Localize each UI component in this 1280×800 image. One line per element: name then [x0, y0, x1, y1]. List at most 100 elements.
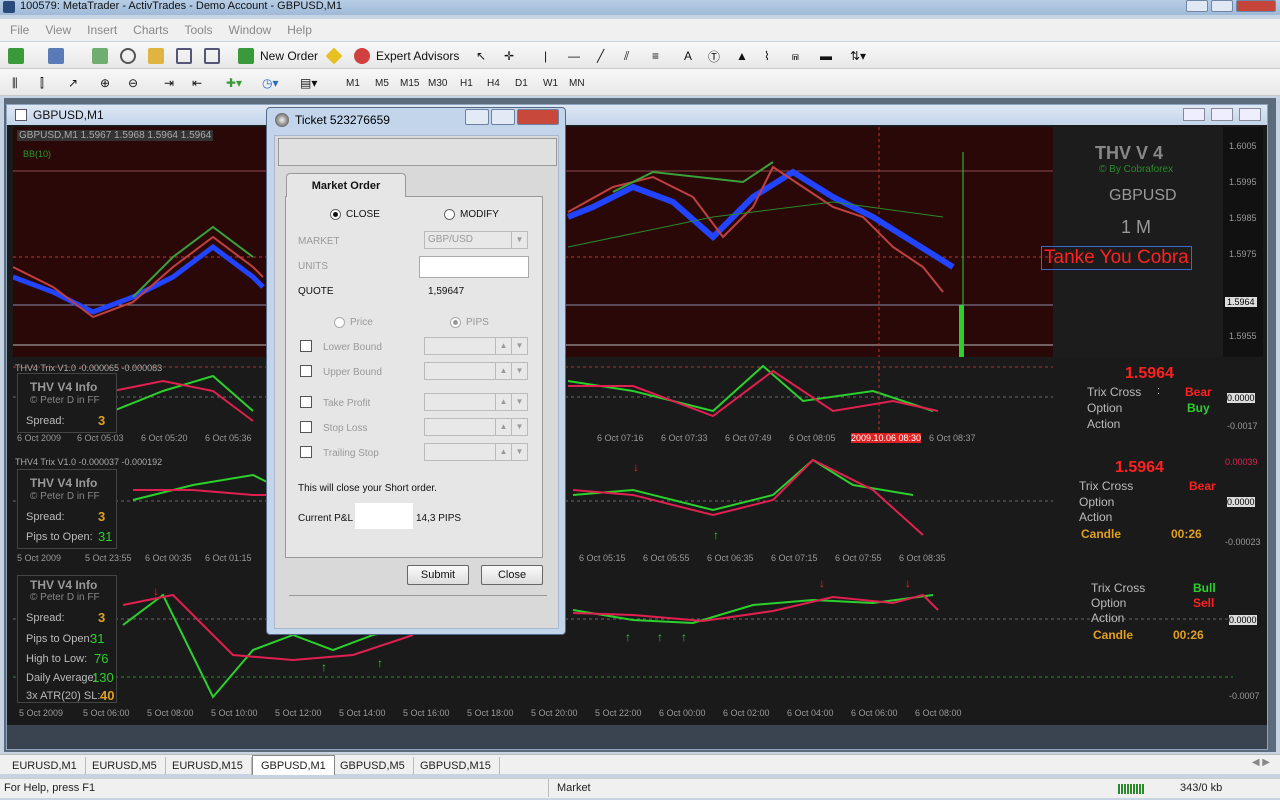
tf-mn[interactable]: MN [569, 73, 585, 93]
arrows-tool[interactable]: ▲ [736, 46, 748, 66]
tab-eurusd-m5[interactable]: EURUSD,M5 [84, 757, 166, 775]
channel-tool[interactable]: ⫽ [624, 46, 629, 66]
chart-minimize-button[interactable] [1183, 108, 1205, 121]
trix1-svg [13, 361, 1053, 441]
candlestick-button[interactable]: ⫿ [40, 73, 44, 93]
vertical-line-tool[interactable]: | [544, 46, 547, 66]
menu-tools[interactable]: Tools [179, 23, 219, 37]
tf-h1[interactable]: H1 [460, 73, 473, 93]
metaeditor-button[interactable] [325, 46, 343, 66]
text-tool[interactable]: A [684, 46, 692, 66]
tab-scroll-arrows[interactable]: ◀ ▶ [1252, 757, 1270, 768]
data-window-button[interactable] [148, 46, 164, 66]
close-radio[interactable]: CLOSE [330, 209, 380, 220]
tab-gbpusd-m15[interactable]: GBPUSD,M15 [412, 757, 500, 775]
templates-button[interactable]: ▤▾ [300, 73, 317, 93]
menu-window[interactable]: Window [223, 23, 278, 37]
upper-bound-checkbox[interactable] [300, 365, 312, 377]
trailing-stop-checkbox[interactable] [300, 446, 312, 458]
tab-gbpusd-m5[interactable]: GBPUSD,M5 [332, 757, 414, 775]
navigator-button[interactable] [120, 46, 136, 66]
menu-help[interactable]: Help [281, 23, 318, 37]
market-select[interactable]: GBP/USD ▼ [424, 231, 528, 249]
gann-tool[interactable]: ⌇ [764, 46, 770, 66]
lower-bound-spinner[interactable]: ▲ ▼ [424, 337, 528, 355]
terminal-button[interactable] [176, 46, 192, 66]
periods-button[interactable]: ◷▾ [262, 73, 279, 93]
modify-radio[interactable]: MODIFY [444, 209, 499, 220]
bar-chart-button[interactable]: ⫼ [12, 73, 18, 93]
ticket-maximize-button[interactable] [491, 109, 515, 125]
tab-eurusd-m1[interactable]: EURUSD,M1 [4, 757, 86, 775]
stop-loss-checkbox[interactable] [300, 421, 312, 433]
tf-d1[interactable]: D1 [515, 73, 528, 93]
stop-loss-spinner[interactable]: ▲ ▼ [424, 418, 528, 436]
volume-bar [959, 305, 964, 357]
ticket-minimize-button[interactable] [465, 109, 489, 125]
submit-button[interactable]: Submit [407, 565, 469, 585]
fibo-fan-tool[interactable]: ⩎ [792, 46, 799, 66]
new-order-button[interactable]: New Order [238, 46, 318, 66]
menu-view[interactable]: View [39, 23, 77, 37]
price-axis-bg [1223, 127, 1263, 357]
cursor-tool[interactable]: ↖ [476, 46, 486, 66]
menu-insert[interactable]: Insert [81, 23, 123, 37]
menu-file[interactable]: File [4, 23, 35, 37]
fibo-tool[interactable]: ≡ [652, 46, 659, 66]
auto-scroll-button[interactable]: ⇥ [164, 73, 174, 93]
trix2-tick: -0.00023 [1225, 537, 1261, 547]
take-profit-spinner[interactable]: ▲ ▼ [424, 393, 528, 411]
app-icon [3, 1, 15, 13]
buy-arrow: ↑ [321, 660, 327, 674]
tf-m30[interactable]: M30 [428, 73, 447, 93]
rectangle-tool[interactable]: ▬ [820, 46, 832, 66]
strategy-tester-button[interactable] [204, 46, 220, 66]
market-watch-button[interactable] [92, 46, 108, 66]
crosshair-tool[interactable]: ✛ [504, 46, 514, 66]
trix2-pane[interactable]: ↓ ↑ THV4 Trix V1.0 -0.000037 -0.000192 T… [13, 455, 1263, 557]
pips-radio[interactable]: PIPS [450, 317, 489, 328]
zoom-in-button[interactable]: ⊕ [100, 73, 110, 93]
trix3-info-panel: THV V4 Info © Peter D in FF Spread: 3 Pi… [17, 575, 117, 703]
trailing-stop-spinner[interactable]: ▲ ▼ [424, 443, 528, 461]
close-window-button[interactable] [1236, 0, 1276, 12]
indicators-button[interactable]: ✚▾ [226, 73, 242, 93]
upper-bound-spinner[interactable]: ▲ ▼ [424, 362, 528, 380]
close-note: This will close your Short order. [298, 483, 437, 494]
line-chart-button[interactable]: ↗ [68, 73, 78, 93]
tab-market-order[interactable]: Market Order [286, 173, 406, 197]
profiles-button[interactable] [48, 46, 64, 66]
tf-h4[interactable]: H4 [487, 73, 500, 93]
close-button[interactable]: Close [481, 565, 543, 585]
tf-m1[interactable]: M1 [346, 73, 360, 93]
horizontal-line-tool[interactable]: — [568, 46, 580, 66]
lower-bound-checkbox[interactable] [300, 340, 312, 352]
tf-m15[interactable]: M15 [400, 73, 419, 93]
zoom-out-button[interactable]: ⊖ [128, 73, 138, 93]
trix3-pane[interactable]: ↓ ↓ ↓ ↑ ↑ ↑ ↑ ↑ THV V4 Info © Peter D in… [13, 575, 1263, 705]
take-profit-checkbox[interactable] [300, 396, 312, 408]
maximize-button[interactable] [1211, 0, 1233, 12]
tab-eurusd-m15[interactable]: EURUSD,M15 [164, 757, 252, 775]
chart-restore-button[interactable] [1211, 108, 1233, 121]
trix3-action-label: Action [1091, 611, 1125, 625]
tf-m5[interactable]: M5 [375, 73, 389, 93]
text-label-tool[interactable]: Ⓣ [708, 46, 720, 66]
expert-advisors-button[interactable]: Expert Advisors [354, 46, 459, 66]
arrows-dropdown[interactable]: ⇅▾ [850, 46, 866, 66]
tf-w1[interactable]: W1 [543, 73, 558, 93]
price-radio[interactable]: Price [334, 317, 373, 328]
units-input[interactable] [419, 256, 529, 278]
trix1-pane[interactable]: THV4 Trix V1.0 -0.000065 -0.000083 THV V… [13, 361, 1263, 441]
tab-gbpusd-m1[interactable]: GBPUSD,M1 [252, 755, 335, 775]
pips-open-value: 31 [98, 529, 113, 544]
trendline-tool[interactable]: ╱ [597, 46, 604, 66]
new-chart-button[interactable] [8, 46, 24, 66]
chart-close-button[interactable] [1239, 108, 1261, 121]
menu-charts[interactable]: Charts [127, 23, 174, 37]
price-pane[interactable]: GBPUSD,M1 1.5967 1.5968 1.5964 1.5964 BB… [13, 127, 1263, 357]
minimize-button[interactable] [1186, 0, 1208, 12]
ticket-close-x-button[interactable] [517, 109, 559, 125]
price-tick: 1.6005 [1229, 141, 1257, 151]
chart-shift-button[interactable]: ⇤ [192, 73, 202, 93]
